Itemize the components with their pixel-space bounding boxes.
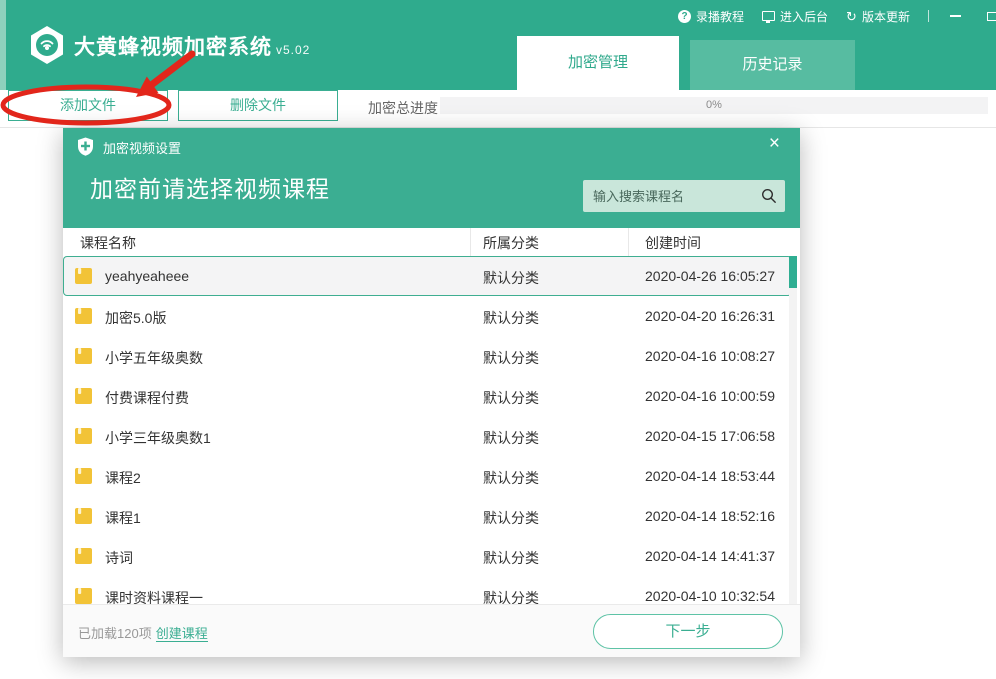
search-input[interactable] bbox=[593, 180, 753, 212]
course-name: yeahyeaheee bbox=[105, 268, 189, 284]
list-scrollbar[interactable] bbox=[789, 256, 797, 604]
app-version: v5.02 bbox=[276, 43, 310, 57]
course-category: 默认分类 bbox=[483, 308, 539, 328]
divider bbox=[928, 10, 929, 22]
folder-icon bbox=[75, 588, 92, 604]
backend-link[interactable]: 进入后台 bbox=[762, 8, 828, 25]
delete-file-button[interactable]: 删除文件 bbox=[178, 90, 338, 121]
minimize-icon bbox=[950, 15, 961, 17]
encryption-progress-bar: 0% bbox=[440, 97, 988, 114]
progress-percentage: 0% bbox=[440, 97, 988, 114]
course-created-time: 2020-04-26 16:05:27 bbox=[645, 268, 775, 284]
dialog-footer: 已加载120项创建课程 下一步 bbox=[63, 604, 800, 657]
app-logo-icon bbox=[28, 25, 66, 65]
table-header: 课程名称 所属分类 创建时间 bbox=[63, 228, 800, 256]
dialog-close-icon[interactable]: × bbox=[769, 134, 780, 154]
course-row[interactable]: yeahyeaheee 默认分类 2020-04-26 16:05:27 bbox=[63, 256, 792, 296]
course-created-time: 2020-04-16 10:08:27 bbox=[645, 348, 775, 364]
course-category: 默认分类 bbox=[483, 548, 539, 568]
next-step-button[interactable]: 下一步 bbox=[593, 614, 783, 649]
loaded-count: 已加载120项创建课程 bbox=[78, 623, 208, 642]
tab-encrypt-manage[interactable]: 加密管理 bbox=[517, 36, 679, 90]
course-category: 默认分类 bbox=[483, 348, 539, 368]
course-search-box bbox=[583, 180, 785, 212]
column-header-created: 创建时间 bbox=[645, 233, 701, 253]
loaded-count-text: 已加载120项 bbox=[78, 626, 152, 641]
course-created-time: 2020-04-16 10:00:59 bbox=[645, 388, 775, 404]
tab-history[interactable]: 历史记录 bbox=[690, 40, 855, 90]
column-divider bbox=[628, 228, 629, 256]
course-row[interactable]: 诗词 默认分类 2020-04-14 14:41:37 bbox=[63, 536, 792, 576]
tutorial-link[interactable]: ? 录播教程 bbox=[678, 8, 744, 25]
folder-icon bbox=[75, 468, 92, 484]
maximize-button[interactable] bbox=[983, 8, 996, 24]
page-title: 大黄蜂视频加密系统 v5.02 bbox=[74, 31, 310, 61]
course-category: 默认分类 bbox=[483, 428, 539, 448]
course-name: 小学五年级奥数 bbox=[105, 348, 203, 368]
course-name: 课程1 bbox=[105, 508, 141, 528]
course-category: 默认分类 bbox=[483, 508, 539, 528]
folder-icon bbox=[75, 428, 92, 444]
add-file-button[interactable]: 添加文件 bbox=[8, 90, 168, 121]
course-created-time: 2020-04-14 18:52:16 bbox=[645, 508, 775, 524]
scrollbar-thumb[interactable] bbox=[789, 256, 797, 288]
toolbar: 添加文件 删除文件 加密总进度 0% bbox=[0, 90, 996, 128]
maximize-icon bbox=[987, 12, 996, 21]
course-row[interactable]: 付费课程付费 默认分类 2020-04-16 10:00:59 bbox=[63, 376, 792, 416]
minimize-button[interactable] bbox=[947, 8, 965, 24]
course-created-time: 2020-04-10 10:32:54 bbox=[645, 588, 775, 604]
column-divider bbox=[470, 228, 471, 256]
app-name: 大黄蜂视频加密系统 bbox=[74, 36, 272, 59]
course-created-time: 2020-04-14 14:41:37 bbox=[645, 548, 775, 564]
dialog-title: 加密视频设置 bbox=[103, 138, 181, 157]
course-row[interactable]: 课时资料课程一 默认分类 2020-04-10 10:32:54 bbox=[63, 576, 792, 604]
course-row[interactable]: 课程1 默认分类 2020-04-14 18:52:16 bbox=[63, 496, 792, 536]
course-created-time: 2020-04-20 16:26:31 bbox=[645, 308, 775, 324]
title-bar: 大黄蜂视频加密系统 v5.02 ? 录播教程 进入后台 ↻ 版本更新 × 加密管理… bbox=[0, 0, 996, 90]
course-category: 默认分类 bbox=[483, 268, 539, 288]
tutorial-label: 录播教程 bbox=[696, 8, 744, 25]
encrypt-video-dialog: 加密视频设置 × 加密前请选择视频课程 课程名称 所属分类 创建时间 yeahy… bbox=[63, 128, 800, 657]
course-category: 默认分类 bbox=[483, 588, 539, 604]
course-created-time: 2020-04-14 18:53:44 bbox=[645, 468, 775, 484]
search-icon[interactable] bbox=[761, 188, 777, 204]
folder-icon bbox=[75, 548, 92, 564]
course-name: 付费课程付费 bbox=[105, 388, 189, 408]
refresh-icon: ↻ bbox=[846, 10, 857, 23]
folder-icon bbox=[75, 308, 92, 324]
course-name: 诗词 bbox=[105, 548, 133, 568]
folder-icon bbox=[75, 508, 92, 524]
course-category: 默认分类 bbox=[483, 468, 539, 488]
course-row[interactable]: 课程2 默认分类 2020-04-14 18:53:44 bbox=[63, 456, 792, 496]
column-header-name: 课程名称 bbox=[80, 233, 136, 253]
update-label: 版本更新 bbox=[862, 8, 910, 25]
folder-icon bbox=[75, 348, 92, 364]
course-row[interactable]: 加密5.0版 默认分类 2020-04-20 16:26:31 bbox=[63, 296, 792, 336]
course-name: 小学三年级奥数1 bbox=[105, 428, 211, 448]
backend-label: 进入后台 bbox=[780, 8, 828, 25]
course-row[interactable]: 小学五年级奥数 默认分类 2020-04-16 10:08:27 bbox=[63, 336, 792, 376]
topbar-menu: ? 录播教程 进入后台 ↻ 版本更新 × bbox=[678, 6, 996, 26]
course-name: 课程2 bbox=[105, 468, 141, 488]
monitor-icon bbox=[762, 11, 775, 21]
course-created-time: 2020-04-15 17:06:58 bbox=[645, 428, 775, 444]
course-name: 加密5.0版 bbox=[105, 308, 166, 328]
course-row[interactable]: 小学三年级奥数1 默认分类 2020-04-15 17:06:58 bbox=[63, 416, 792, 456]
progress-label: 加密总进度 bbox=[368, 98, 438, 118]
course-list: yeahyeaheee 默认分类 2020-04-26 16:05:27 加密5… bbox=[63, 256, 792, 604]
create-course-link[interactable]: 创建课程 bbox=[156, 626, 208, 642]
help-icon: ? bbox=[678, 10, 691, 23]
course-name: 课时资料课程一 bbox=[105, 588, 203, 604]
window-edge-highlight bbox=[0, 0, 6, 90]
dialog-header: 加密视频设置 × 加密前请选择视频课程 bbox=[63, 128, 800, 228]
dialog-heading: 加密前请选择视频课程 bbox=[90, 170, 330, 204]
course-category: 默认分类 bbox=[483, 388, 539, 408]
update-link[interactable]: ↻ 版本更新 bbox=[846, 8, 910, 25]
folder-icon bbox=[75, 388, 92, 404]
column-header-category: 所属分类 bbox=[483, 233, 539, 253]
shield-plus-icon bbox=[77, 137, 94, 156]
folder-icon bbox=[75, 268, 92, 284]
